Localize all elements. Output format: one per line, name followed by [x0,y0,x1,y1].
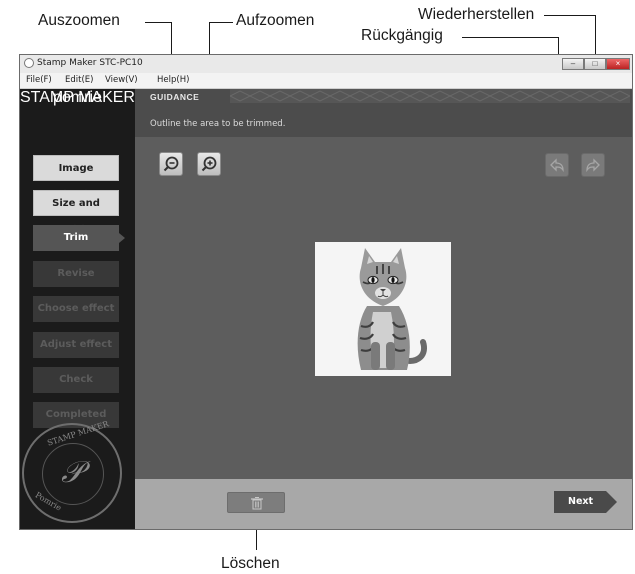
callout-redo: Wiederherstellen [418,6,535,23]
menu-file[interactable]: File(F) [26,75,52,85]
callout-line [462,37,558,38]
maximize-icon[interactable]: □ [584,58,606,70]
callout-zoom-in: Aufzoomen [236,12,315,29]
step-size-and-position[interactable]: Size and position [33,190,119,235]
zoom-in-icon [201,156,217,172]
zoom-in-button[interactable] [197,152,221,176]
stamp-seal-logo: STAMP MAKER 𝒫 Pomrie [22,419,122,523]
menu-bar: File(F) Edit(E) View(V) Help(H) [20,73,632,89]
logo-tagline: STAMP MAKER [20,89,135,106]
trash-icon [251,497,263,510]
undo-icon [550,158,564,173]
close-icon[interactable]: × [606,58,630,70]
zoom-out-button[interactable] [159,152,183,176]
guidance-panel: GUIDANCE Outline the area to be trimmed. [135,89,632,137]
step-check: Check [33,367,119,393]
title-bar: Stamp Maker STC-PC10 – □ × [20,55,632,73]
menu-help[interactable]: Help(H) [157,75,189,85]
callout-delete: Löschen [221,555,280,572]
sidebar: pomrie STAMP MAKER Image selection Size … [20,89,135,529]
step-adjust-effect: Adjust effect [33,332,119,358]
redo-icon [586,158,600,173]
step-image-selection[interactable]: Image selection [33,155,119,200]
app-icon [24,58,34,68]
callout-line [544,15,596,16]
undo-button[interactable] [545,153,569,177]
cat-image [315,242,451,376]
step-trim[interactable]: Trim [33,225,125,251]
step-revise: Revise [33,261,119,287]
cat-photo[interactable] [315,242,451,376]
decorative-pattern [230,89,630,103]
minimize-icon[interactable]: – [562,58,584,70]
next-button[interactable]: Next [554,491,617,513]
guidance-text: Outline the area to be trimmed. [150,119,286,129]
callout-line [145,22,171,23]
redo-button[interactable] [581,153,605,177]
window-title: Stamp Maker STC-PC10 [37,58,143,68]
step-choose-effect: Choose effect [33,296,119,322]
callout-line [209,22,233,23]
callout-zoom-out: Auszoomen [38,12,120,29]
menu-view[interactable]: View(V) [105,75,138,85]
image-canvas[interactable] [135,137,632,479]
app-window: Stamp Maker STC-PC10 – □ × File(F) Edit(… [19,54,633,530]
footer-bar: Next [135,479,632,529]
callout-undo: Rückgängig [361,27,443,44]
delete-button[interactable] [227,492,285,513]
zoom-out-icon [163,156,179,172]
guidance-tab: GUIDANCE [150,92,200,102]
menu-edit[interactable]: Edit(E) [65,75,93,85]
seal-glyph: 𝒫 [61,455,83,490]
